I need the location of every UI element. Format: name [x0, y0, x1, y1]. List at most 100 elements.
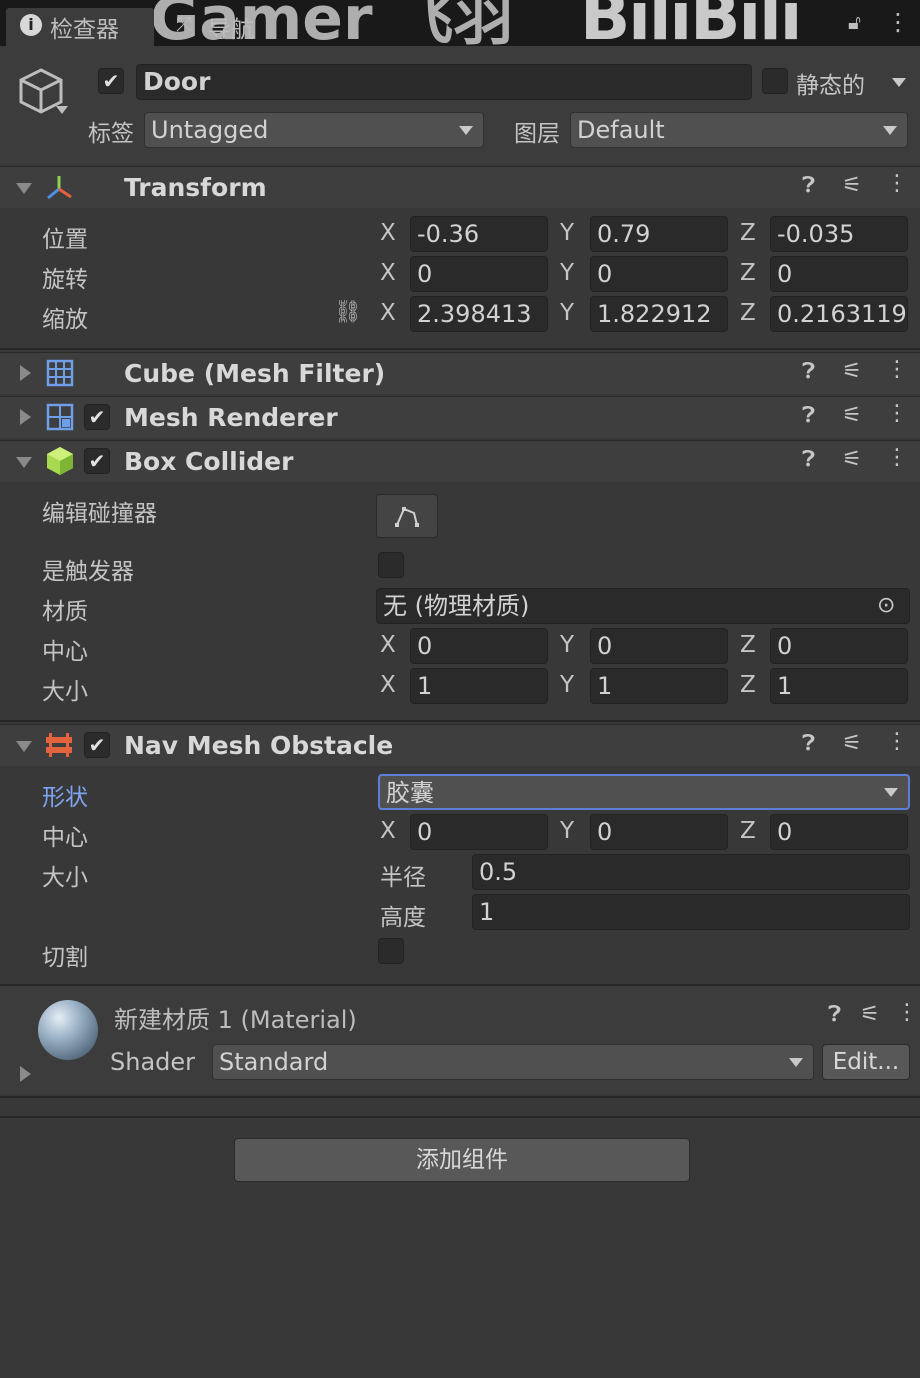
shape-value: 胶囊: [386, 779, 434, 807]
mesh-renderer-header[interactable]: ✔ Mesh Renderer ❓︎ ⚟ ⋮: [0, 396, 920, 438]
shape-dropdown[interactable]: 胶囊: [378, 774, 910, 810]
axis-x: X: [380, 632, 396, 658]
mesh-renderer-title: Mesh Renderer: [124, 403, 338, 432]
preset-icon[interactable]: ⚟: [842, 731, 862, 756]
rotation-x-field[interactable]: 0: [410, 256, 548, 292]
radius-field[interactable]: 0.5: [472, 854, 910, 890]
lock-icon[interactable]: 🔓︎: [848, 10, 861, 34]
collider-center-y-field[interactable]: 0: [590, 628, 728, 664]
component-menu-icon[interactable]: ⋮: [896, 1000, 918, 1025]
nav-obstacle-header[interactable]: ✔ Nav Mesh Obstacle ❓︎ ⚟ ⋮: [0, 724, 920, 766]
size-label: 大小: [42, 679, 88, 705]
tag-value: Untagged: [151, 116, 269, 144]
scale-z-field[interactable]: 0.2163119: [770, 296, 908, 332]
foldout-arrow-icon[interactable]: [16, 457, 32, 468]
nav-obstacle-title: Nav Mesh Obstacle: [124, 731, 394, 760]
material-preview-sphere[interactable]: [38, 1000, 98, 1060]
collider-center-x-field[interactable]: 0: [410, 628, 548, 664]
material-foldout-arrow-icon[interactable]: [20, 1066, 31, 1082]
divider: [0, 1116, 920, 1118]
divider: [0, 348, 920, 350]
axis-z: Z: [740, 632, 756, 658]
tab-inspector[interactable]: i 检查器: [6, 8, 154, 46]
nav-obstacle-enabled-checkbox[interactable]: ✔: [84, 732, 110, 758]
static-dropdown-icon[interactable]: [892, 78, 906, 87]
scale-y-field[interactable]: 1.822912: [590, 296, 728, 332]
rotation-z-field[interactable]: 0: [770, 256, 908, 292]
help-icon[interactable]: ❓︎: [802, 447, 815, 472]
static-checkbox[interactable]: [762, 68, 788, 94]
preset-icon[interactable]: ⚟: [842, 447, 862, 472]
transform-header[interactable]: Transform ❓︎ ⚟ ⋮: [0, 166, 920, 208]
scale-x-field[interactable]: 2.398413: [410, 296, 548, 332]
shader-edit-button[interactable]: Edit...: [822, 1044, 910, 1080]
box-collider-enabled-checkbox[interactable]: ✔: [84, 448, 110, 474]
help-icon[interactable]: ❓︎: [802, 359, 815, 384]
help-icon[interactable]: ❓︎: [828, 1002, 841, 1027]
add-component-button[interactable]: 添加组件: [234, 1138, 690, 1182]
chevron-down-icon: [883, 126, 897, 135]
preset-icon[interactable]: ⚟: [860, 1002, 880, 1027]
collider-size-z-field[interactable]: 1: [770, 668, 908, 704]
component-menu-icon[interactable]: ⋮: [886, 357, 908, 382]
chevron-down-icon: [789, 1058, 803, 1067]
center-label: 中心: [42, 639, 88, 665]
preset-icon[interactable]: ⚟: [842, 359, 862, 384]
position-y-field[interactable]: 0.79: [590, 216, 728, 252]
more-menu-icon[interactable]: ⋮: [886, 8, 910, 36]
is-trigger-label: 是触发器: [42, 559, 134, 585]
mesh-filter-header[interactable]: Cube (Mesh Filter) ❓︎ ⚟ ⋮: [0, 352, 920, 394]
foldout-arrow-icon[interactable]: [20, 365, 31, 381]
constrain-proportions-icon[interactable]: ⛓︎: [334, 300, 362, 325]
component-menu-icon[interactable]: ⋮: [886, 445, 908, 470]
foldout-arrow-icon[interactable]: [16, 183, 32, 194]
position-x-field[interactable]: -0.36: [410, 216, 548, 252]
obstacle-center-x-field[interactable]: 0: [410, 814, 548, 850]
help-icon[interactable]: ❓︎: [802, 173, 815, 198]
shader-dropdown[interactable]: Standard: [212, 1044, 814, 1080]
info-icon: i: [20, 14, 42, 36]
object-name-field[interactable]: Door: [136, 64, 752, 100]
component-menu-icon[interactable]: ⋮: [886, 729, 908, 754]
collider-size-x-field[interactable]: 1: [410, 668, 548, 704]
collider-size-y-field[interactable]: 1: [590, 668, 728, 704]
transform-icon: [47, 176, 72, 200]
obstacle-center-y-field[interactable]: 0: [590, 814, 728, 850]
help-icon[interactable]: ❓︎: [802, 403, 815, 428]
obstacle-center-z-field[interactable]: 0: [770, 814, 908, 850]
shader-label: Shader: [110, 1048, 196, 1076]
help-icon[interactable]: ❓︎: [802, 731, 815, 756]
active-checkbox[interactable]: ✔: [98, 68, 124, 94]
rotation-y-field[interactable]: 0: [590, 256, 728, 292]
object-picker-icon[interactable]: ⊙: [877, 589, 895, 623]
axis-z: Z: [740, 260, 756, 286]
size-label: 大小: [42, 865, 88, 891]
mesh-renderer-icon: [46, 403, 74, 431]
component-menu-icon[interactable]: ⋮: [886, 401, 908, 426]
foldout-arrow-icon[interactable]: [20, 409, 31, 425]
collider-center-z-field[interactable]: 0: [770, 628, 908, 664]
mesh-filter-title: Cube (Mesh Filter): [124, 359, 386, 388]
layer-dropdown[interactable]: Default: [570, 112, 908, 148]
axis-y: Y: [560, 632, 575, 658]
edit-collider-label: 编辑碰撞器: [42, 501, 157, 527]
tab-navigation[interactable]: ⤧ 导航: [170, 8, 280, 46]
box-collider-header[interactable]: ✔ Box Collider ❓︎ ⚟ ⋮: [0, 440, 920, 482]
preset-icon[interactable]: ⚟: [842, 403, 862, 428]
icon-dropdown-icon[interactable]: [56, 106, 68, 114]
foldout-arrow-icon[interactable]: [16, 741, 32, 752]
tag-dropdown[interactable]: Untagged: [144, 112, 484, 148]
tab-navigation-label: 导航: [208, 17, 254, 43]
is-trigger-checkbox[interactable]: [378, 552, 404, 578]
axis-z: Z: [740, 672, 756, 698]
carve-checkbox[interactable]: [378, 938, 404, 964]
height-field[interactable]: 1: [472, 894, 910, 930]
layer-label: 图层: [514, 121, 560, 147]
preset-icon[interactable]: ⚟: [842, 173, 862, 198]
mesh-renderer-enabled-checkbox[interactable]: ✔: [84, 404, 110, 430]
component-menu-icon[interactable]: ⋮: [886, 171, 908, 196]
physic-material-field[interactable]: 无 (物理材质) ⊙: [376, 588, 910, 624]
position-z-field[interactable]: -0.035: [770, 216, 908, 252]
edit-collider-button[interactable]: [376, 494, 438, 538]
carve-label: 切割: [42, 945, 88, 971]
